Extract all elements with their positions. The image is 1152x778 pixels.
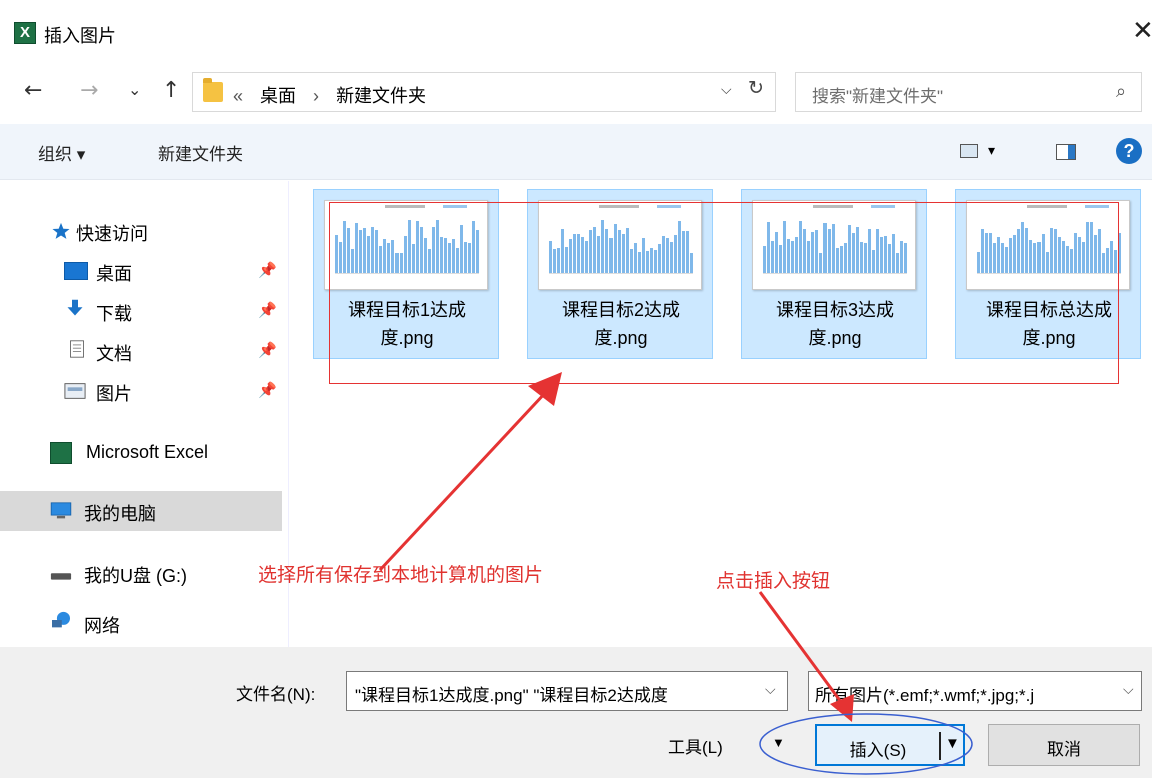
annotation-overlay	[378, 372, 973, 775]
annotation-arrow-to-files	[378, 372, 562, 572]
annotation-circle	[759, 713, 973, 775]
annotation-arrow-to-insert	[758, 591, 854, 722]
